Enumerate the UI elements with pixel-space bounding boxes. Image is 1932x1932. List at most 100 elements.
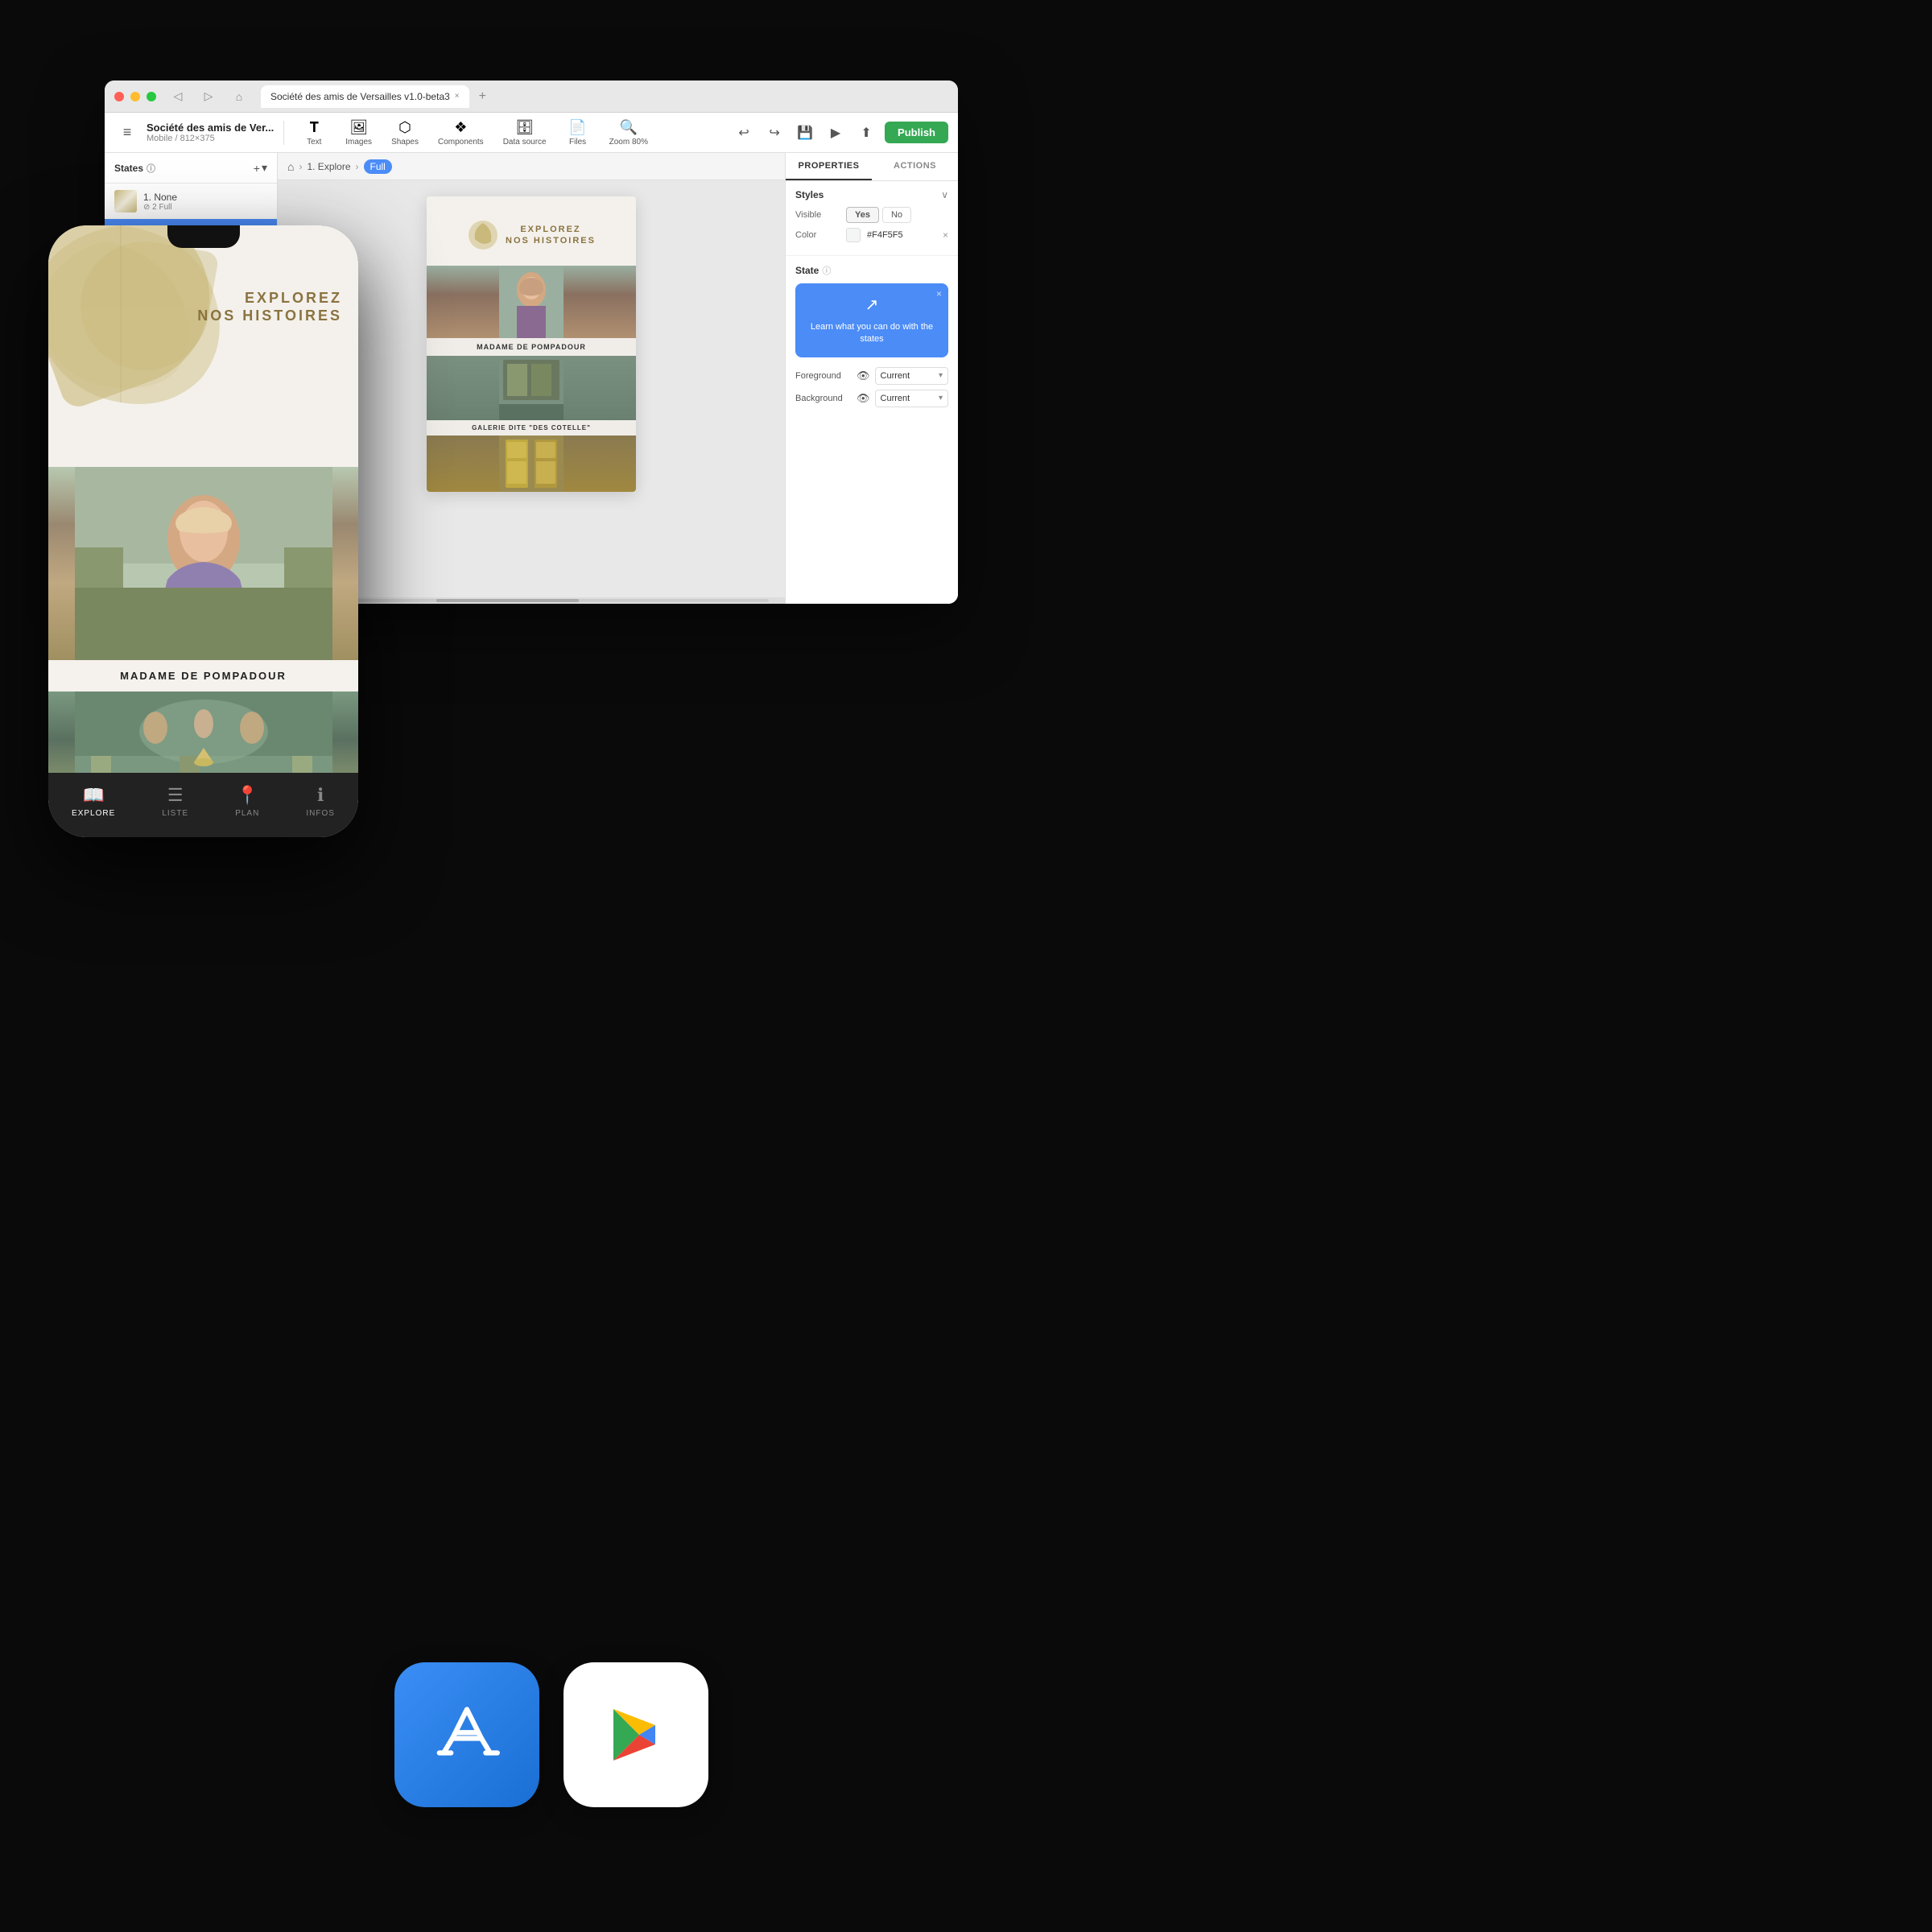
yes-no-toggle: Yes No (846, 207, 911, 223)
breadcrumb-full[interactable]: Full (364, 159, 392, 174)
zoom-tool-label: Zoom 80% (609, 138, 648, 147)
properties-panel: PROPERTIES ACTIONS Styles ∨ Visible Yes … (785, 153, 958, 604)
breadcrumb-explore[interactable]: 1. Explore (307, 161, 350, 172)
tool-files[interactable]: 📄 Files (558, 116, 598, 150)
breadcrumb: ⌂ › 1. Explore › Full (278, 153, 785, 180)
phone-hero: EXPLOREZ NOS HISTOIRES (48, 225, 358, 467)
app-name: Société des amis de Ver... (147, 122, 274, 134)
preview-header: EXPLOREZ NOS HISTOIRES (427, 196, 636, 266)
forward-button[interactable]: ▷ (200, 88, 217, 105)
app-toolbar: ≡ Société des amis de Ver... Mobile / 81… (105, 113, 958, 153)
learn-card: × ↗ Learn what you can do with the state… (795, 283, 948, 357)
new-tab-button[interactable]: + (479, 89, 486, 104)
liste-icon: ☰ (167, 785, 184, 806)
color-label: Color (795, 230, 840, 240)
tab-close-button[interactable]: × (455, 92, 460, 101)
states-add-button[interactable]: +▾ (254, 161, 267, 175)
galerie-svg (499, 356, 564, 420)
images-tool-label: Images (345, 138, 372, 147)
phone-pompadour-svg (75, 467, 332, 660)
tool-text[interactable]: 𝐓 Text (294, 116, 334, 150)
tool-shapes[interactable]: ⬡ Shapes (383, 116, 427, 150)
browser-tab[interactable]: Société des amis de Versailles v1.0-beta… (261, 85, 469, 108)
share-button[interactable]: ⬆ (854, 121, 878, 145)
play-store-icon[interactable] (564, 1662, 708, 1807)
preview-card-3-image (427, 436, 636, 492)
preview-button[interactable]: ▶ (824, 121, 848, 145)
preview-card-3 (427, 436, 636, 492)
preview-card-1-image (427, 266, 636, 338)
tool-datasource[interactable]: 🗄 Data source (495, 116, 555, 150)
phone-card-1: MADAME DE POMPADOUR (48, 467, 358, 691)
states-title: States ⓘ (114, 162, 254, 175)
state-item-none[interactable]: 1. None ⊘ 2 Full (105, 184, 277, 219)
phone-mockup: EXPLOREZ NOS HISTOIRES (48, 225, 358, 837)
redo-button[interactable]: ↪ (762, 121, 786, 145)
maximize-dot[interactable] (147, 92, 156, 101)
styles-chevron-icon[interactable]: ∨ (941, 189, 948, 200)
infos-label: INFOS (306, 809, 335, 818)
state-section-header: State ⓘ (795, 264, 948, 277)
doors-svg (499, 436, 564, 492)
tab-properties[interactable]: PROPERTIES (786, 153, 872, 180)
background-row: Background 👁 Current ▾ (795, 390, 948, 407)
publish-button[interactable]: Publish (885, 122, 948, 143)
background-value: Current (881, 394, 910, 403)
phone-inner: EXPLOREZ NOS HISTOIRES (48, 225, 358, 837)
nav-explore[interactable]: 📖 EXPLORE (72, 785, 115, 818)
app-store-icon[interactable] (394, 1662, 539, 1807)
liste-label: LISTE (162, 809, 188, 818)
close-dot[interactable] (114, 92, 124, 101)
app-preview: EXPLOREZ NOS HISTOIRES (427, 196, 636, 492)
images-icon: 🖼 (349, 119, 368, 136)
back-button[interactable]: ◁ (169, 88, 187, 105)
nav-plan[interactable]: 📍 PLAN (235, 785, 259, 818)
phone-bottom-nav: 📖 EXPLORE ☰ LISTE 📍 PLAN ℹ INFOS (48, 773, 358, 837)
tool-images[interactable]: 🖼 Images (337, 116, 380, 150)
color-swatch[interactable] (846, 228, 861, 242)
state-label-none: 1. None (143, 192, 177, 203)
files-icon: 📄 (568, 119, 586, 136)
components-tool-label: Components (438, 138, 484, 147)
menu-button[interactable]: ≡ (114, 120, 140, 146)
infos-icon: ℹ (317, 785, 324, 806)
browser-titlebar: ◁ ▷ ⌂ Société des amis de Versailles v1.… (105, 80, 958, 113)
nav-liste[interactable]: ☰ LISTE (162, 785, 188, 818)
yes-button[interactable]: Yes (846, 207, 879, 223)
styles-label: Styles (795, 189, 824, 200)
tab-actions[interactable]: ACTIONS (872, 153, 958, 180)
background-dropdown[interactable]: Current ▾ (875, 390, 948, 407)
text-icon: 𝐓 (309, 119, 319, 136)
background-eye-icon[interactable]: 👁 (857, 392, 870, 405)
nav-infos[interactable]: ℹ INFOS (306, 785, 335, 818)
components-icon: ❖ (454, 119, 467, 136)
save-button[interactable]: 💾 (793, 121, 817, 145)
foreground-chevron-icon: ▾ (939, 371, 943, 380)
foreground-dropdown[interactable]: Current ▾ (875, 367, 948, 385)
tool-components[interactable]: ❖ Components (430, 116, 492, 150)
toolbar-tools: 𝐓 Text 🖼 Images ⬡ Shapes ❖ Components 🗄 … (294, 116, 732, 150)
color-clear-button[interactable]: × (943, 229, 948, 241)
shapes-tool-label: Shapes (391, 138, 419, 147)
breadcrumb-sep-1: › (299, 161, 302, 172)
state-thumb-none (114, 190, 137, 213)
foreground-row: Foreground 👁 Current ▾ (795, 367, 948, 385)
background-chevron-icon: ▾ (939, 394, 943, 402)
undo-button[interactable]: ↩ (732, 121, 756, 145)
phone-hero-bg (48, 225, 358, 467)
home-button[interactable]: ⌂ (230, 88, 248, 105)
phone-card-1-image (48, 467, 358, 660)
explore-icon: 📖 (82, 785, 104, 806)
minimize-dot[interactable] (130, 92, 140, 101)
foreground-eye-icon[interactable]: 👁 (857, 369, 870, 382)
tool-zoom[interactable]: 🔍 Zoom 80% (601, 116, 656, 150)
no-button[interactable]: No (882, 207, 911, 223)
foreground-label: Foreground (795, 371, 852, 381)
files-tool-label: Files (569, 138, 586, 147)
learn-card-close-button[interactable]: × (936, 288, 942, 299)
play-store-svg (604, 1703, 668, 1767)
preview-card-2-image (427, 356, 636, 420)
home-icon[interactable]: ⌂ (287, 160, 294, 173)
pompadour-svg (499, 266, 564, 338)
state-section-label: State (795, 265, 819, 276)
